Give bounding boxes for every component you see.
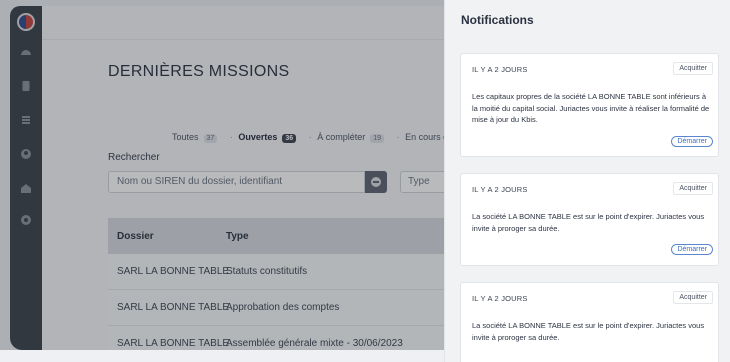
acknowledge-button[interactable]: Acquitter [673,291,713,304]
dossier-cell: SARL LA BONNE TABLE [117,302,230,313]
dossier-cell: SARL LA BONNE TABLE [117,266,230,277]
table-row[interactable]: SARL LA BONNE TABLE Statuts constitutifs [108,254,444,290]
filter-all[interactable]: Toutes 37 [172,132,220,143]
search-input[interactable]: Nom ou SIREN du dossier, identifiant [108,171,365,193]
main-content: DERNIÈRES MISSIONS Toutes 37 · Ouvertes 36… [42,6,444,350]
notification-time: IL Y A 2 JOURS [472,65,528,74]
count-badge: 36 [282,134,297,143]
filter-to-complete[interactable]: À compléter 19 [317,132,387,143]
table-header: Dossier Type [108,218,444,254]
type-cell: Statuts constitutifs [226,266,308,277]
table-row[interactable]: SARL LA BONNE TABLE Approbation des comp… [108,290,444,326]
minus-icon [371,177,381,187]
type-cell: Assemblée générale mixte - 30/06/2023 [226,338,403,349]
logo-icon[interactable] [17,13,35,31]
start-button[interactable]: Démarrer [671,244,713,255]
notification-time: IL Y A 2 JOURS [472,185,528,194]
settings-icon[interactable] [20,214,32,226]
bottom-strip [0,350,444,362]
dossier-cell: SARL LA BONNE TABLE [117,338,230,349]
dashboard-icon[interactable] [20,46,32,58]
clear-search-button[interactable] [365,171,387,193]
type-cell: Approbation des comptes [226,302,340,313]
notification-card: IL Y A 2 JOURS Acquitter La société LA B… [460,173,719,266]
list-icon[interactable] [20,114,32,126]
separator: · [229,132,233,142]
notifications-panel: Notifications IL Y A 2 JOURS Acquitter L… [444,0,730,362]
acknowledge-button[interactable]: Acquitter [673,182,713,195]
separator: · [396,132,400,142]
panel-title: Notifications [461,13,534,27]
notification-text: La société LA BONNE TABLE est sur le poi… [472,321,705,342]
notification-card: IL Y A 2 JOURS Acquitter La société LA B… [460,282,719,362]
document-icon[interactable] [20,80,32,92]
filter-open[interactable]: Ouvertes 36 [238,132,299,143]
notification-text: Les capitaux propres de la société LA BO… [472,92,710,124]
table-row[interactable]: SARL LA BONNE TABLE Assemblée générale m… [108,326,444,350]
page-title: DERNIÈRES MISSIONS [108,63,290,80]
start-button[interactable]: Démarrer [671,136,713,147]
sidebar [10,6,42,350]
filter-tabs: Toutes 37 · Ouvertes 36 · À compléter 19 · … [172,132,444,143]
column-header-dossier[interactable]: Dossier [108,231,226,242]
count-badge: 19 [370,134,385,143]
search-label: Rechercher [108,152,160,163]
column-header-type[interactable]: Type [226,231,444,242]
notification-card: IL Y A 2 JOURS Acquitter Les capitaux pr… [460,53,719,157]
app-frame: DERNIÈRES MISSIONS Toutes 37 · Ouvertes 36… [10,6,444,350]
user-icon[interactable] [20,148,32,160]
type-select[interactable]: Type [400,171,444,193]
missions-table: Dossier Type SARL LA BONNE TABLE Statuts… [108,218,444,350]
separator: · [308,132,312,142]
filter-in-progress[interactable]: En cours de traite [405,132,444,142]
count-badge: 37 [203,134,218,143]
top-bar [42,6,444,40]
notification-time: IL Y A 2 JOURS [472,294,528,303]
building-icon[interactable] [20,182,32,194]
notification-text: La société LA BONNE TABLE est sur le poi… [472,212,705,233]
acknowledge-button[interactable]: Acquitter [673,62,713,75]
